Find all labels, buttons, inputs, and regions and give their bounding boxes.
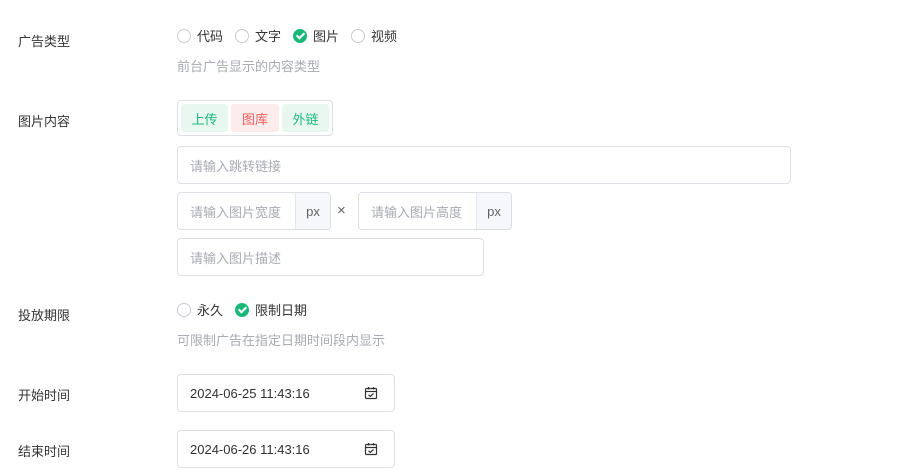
height-input-placeholder: 请输入图片高度 [371,204,463,220]
times-sign: × [337,202,346,219]
link-input-placeholder: 请输入跳转链接 [190,158,282,174]
radio-code[interactable]: 代码 [177,26,223,45]
description-input[interactable]: 请输入图片描述 [177,238,484,276]
tab-library[interactable]: 图库 [231,104,279,132]
radio-label: 图片 [313,29,340,44]
radio-label: 永久 [197,303,224,318]
radio-label: 限制日期 [255,303,308,318]
tab-upload[interactable]: 上传 [181,104,228,132]
start-time-picker[interactable]: 2024-06-25 11:43:16 [177,374,395,412]
tab-external-link[interactable]: 外链 [282,104,329,132]
ad-type-label: 广告类型 [18,34,71,49]
period-help: 可限制广告在指定日期时间段内显示 [177,333,386,348]
ad-type-help: 前台广告显示的内容类型 [177,59,321,74]
radio-circle-icon [177,302,191,317]
end-time-picker[interactable]: 2024-06-26 11:43:16 [177,430,395,468]
image-source-tabs: 上传 图库 外链 [177,100,333,136]
height-unit-suffix: px [476,193,511,229]
start-time-value: 2024-06-25 11:43:16 [190,385,310,401]
radio-permanent[interactable]: 永久 [177,300,223,319]
height-input[interactable]: 请输入图片高度 px [358,192,512,230]
calendar-icon[interactable] [364,386,378,400]
start-time-label: 开始时间 [18,388,71,403]
radio-checked-icon [235,302,250,317]
period-radio-group: 永久 限制日期 [177,300,307,319]
radio-circle-icon [235,28,250,43]
width-unit-suffix: px [295,193,330,229]
width-input[interactable]: 请输入图片宽度 px [177,192,331,230]
radio-text[interactable]: 文字 [235,26,281,45]
radio-label: 文字 [255,29,282,44]
image-content-label: 图片内容 [18,114,71,129]
radio-circle-icon [351,28,366,43]
radio-video[interactable]: 视频 [351,26,397,45]
radio-checked-icon [293,28,308,43]
period-label: 投放期限 [18,308,71,323]
description-input-placeholder: 请输入图片描述 [190,250,282,266]
calendar-icon[interactable] [364,442,378,456]
end-time-label: 结束时间 [18,444,71,459]
radio-circle-icon [177,28,191,43]
radio-label: 代码 [197,29,224,44]
radio-image[interactable]: 图片 [293,26,339,45]
width-input-placeholder: 请输入图片宽度 [190,204,282,220]
link-input[interactable]: 请输入跳转链接 [177,146,791,184]
end-time-value: 2024-06-26 11:43:16 [190,441,310,457]
radio-limited-date[interactable]: 限制日期 [235,300,307,319]
ad-type-radio-group: 代码 文字 图片 视频 [177,26,397,45]
radio-label: 视频 [371,29,398,44]
